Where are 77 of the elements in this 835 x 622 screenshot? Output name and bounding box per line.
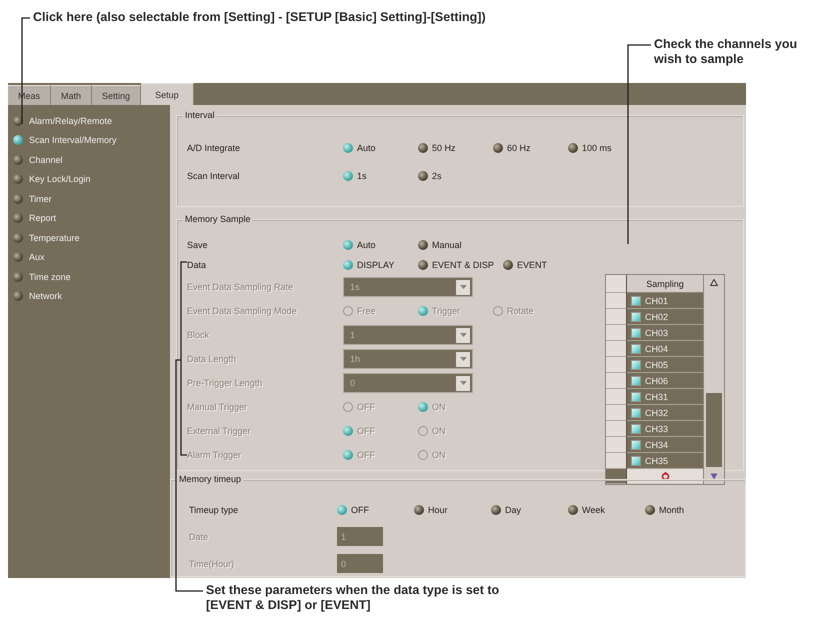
radio-option[interactable]: DISPLAY: [343, 260, 418, 270]
checkbox[interactable]: [631, 392, 641, 402]
tab[interactable]: Setup: [141, 83, 194, 105]
field-label: A/D Integrate: [187, 143, 242, 153]
field-label: Event Data Sampling Mode: [187, 306, 298, 316]
radio-option[interactable]: Auto: [343, 143, 418, 153]
channel-row[interactable]: CH35: [627, 453, 703, 469]
field-label: Data Length: [187, 354, 238, 364]
checkbox[interactable]: [631, 440, 641, 450]
channel-row[interactable]: CH03: [627, 325, 703, 341]
callout-text: Check the channels you wish to sample: [654, 37, 798, 67]
sidebar-item[interactable]: Temperature: [8, 228, 170, 248]
checkbox[interactable]: [631, 344, 641, 354]
marker-icon: [660, 472, 670, 480]
field-label: Save: [187, 240, 209, 250]
sidebar-item[interactable]: Time zone: [8, 267, 170, 286]
field-label: Alarm Trigger: [187, 450, 242, 460]
callout-text: Set these parameters when the data type is set to [EVENT & DISP] or [EVENT]: [206, 583, 500, 613]
channel-row[interactable]: CH33: [627, 421, 703, 437]
checkbox[interactable]: [631, 408, 641, 418]
sidebar-item[interactable]: Network: [8, 286, 170, 306]
channel-row[interactable]: CH34: [627, 437, 703, 453]
radio-option[interactable]: Auto: [343, 240, 418, 250]
sidebar-item[interactable]: Key Lock/Login: [8, 170, 170, 189]
channel-row[interactable]: CH06: [627, 373, 703, 389]
field-label: External Trigger: [187, 426, 252, 436]
field-label: Block: [187, 330, 210, 340]
radio-option[interactable]: Manual: [418, 240, 493, 250]
callout-text: Click here (also selectable from [Setting] - [SETUP [Basic] Setting]-[Setting]): [33, 10, 486, 25]
checkbox[interactable]: [631, 312, 641, 322]
checkbox[interactable]: [631, 376, 641, 386]
sidebar-item[interactable]: Aux: [8, 248, 170, 267]
sidebar-item[interactable]: Report: [8, 208, 170, 228]
field-label: Timeup type: [188, 504, 240, 514]
field-label: Event Data Sampling Rate: [187, 282, 294, 292]
radio-option[interactable]: OFF: [337, 504, 414, 514]
group-title: Interval: [183, 110, 217, 120]
radio-option[interactable]: EVENT: [503, 260, 578, 270]
checkbox[interactable]: [631, 424, 641, 434]
sidebar-item[interactable]: Alarm/Relay/Remote: [8, 111, 170, 130]
checkbox[interactable]: [631, 296, 641, 306]
radio-option[interactable]: 1s: [343, 171, 418, 181]
checkbox[interactable]: [631, 328, 641, 338]
radio-option[interactable]: Week: [568, 504, 645, 514]
field-label: Date: [188, 532, 210, 542]
radio-option[interactable]: 2s: [418, 171, 493, 181]
channel-row[interactable]: CH01: [627, 293, 703, 309]
group-title: Memory Sample: [183, 214, 253, 224]
channel-row[interactable]: CH05: [627, 357, 703, 373]
channel-row[interactable]: CH31: [627, 389, 703, 405]
radio-option[interactable]: Hour: [414, 504, 491, 514]
tab[interactable]: Math: [51, 85, 92, 105]
checkbox[interactable]: [631, 456, 641, 466]
field-label: Scan Interval: [187, 171, 241, 181]
radio-option[interactable]: Month: [645, 504, 722, 514]
field-label: Manual Trigger: [187, 402, 248, 412]
channel-row[interactable]: CH04: [627, 341, 703, 357]
checkbox[interactable]: [631, 360, 641, 370]
radio-option[interactable]: Day: [491, 504, 568, 514]
sidebar-item[interactable]: Channel: [8, 150, 170, 170]
sidebar-item[interactable]: Timer: [8, 189, 170, 208]
scroll-up-icon[interactable]: [710, 279, 718, 286]
corner-cell: [606, 275, 626, 293]
sidebar-item[interactable]: Scan Interval/Memory: [8, 130, 170, 150]
radio-option[interactable]: 50 Hz: [418, 143, 493, 153]
tab[interactable]: Setting: [92, 85, 142, 105]
channel-row[interactable]: CH32: [627, 405, 703, 421]
radio-option[interactable]: EVENT & DISP: [418, 260, 503, 270]
radio-option[interactable]: 100 ms: [568, 143, 643, 153]
group-title: Memory timeup: [177, 474, 244, 484]
channel-row[interactable]: CH02: [627, 309, 703, 325]
radio-option[interactable]: 60 Hz: [493, 143, 568, 153]
scrollbar[interactable]: [703, 275, 724, 484]
field-label: Time(Hour): [188, 558, 236, 568]
scroll-down-icon[interactable]: [710, 473, 718, 480]
field-label: Pre-Trigger Length: [187, 378, 264, 388]
field-label: Data: [187, 260, 208, 270]
